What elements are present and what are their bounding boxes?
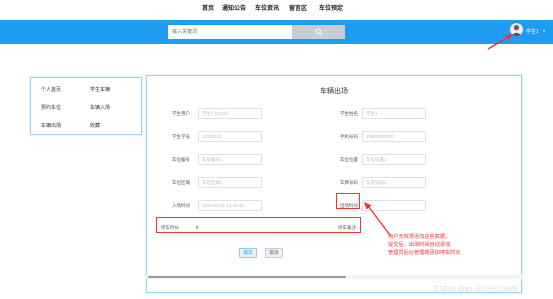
label-spot-area: 车位区域 — [172, 180, 190, 185]
field-student-name[interactable]: 学生1 — [362, 108, 426, 119]
duration-row-highlight — [156, 217, 361, 233]
nav-news[interactable]: 车位资讯 — [255, 3, 279, 12]
cancel-button[interactable]: 取消 — [265, 248, 283, 258]
label-spot-number: 车位编号 — [172, 157, 190, 162]
page-title: 车辆出场 — [320, 88, 348, 95]
label-plate-number: 车牌号码 — [340, 180, 358, 185]
user-name[interactable]: 学生1 — [526, 28, 539, 35]
nav-notices[interactable]: 通知公告 — [222, 3, 246, 12]
annotation-line-3: 管理员后台管理端添加停车时长 — [388, 250, 461, 256]
side-menu: 个人首页 学生车辆 预约车位 车辆入场 车辆出场 收藏 — [30, 77, 142, 135]
submit-button[interactable]: 提交 — [239, 248, 257, 258]
label-entry-time: 入场时间 — [172, 203, 190, 208]
search-icon — [314, 28, 322, 36]
label-student-user: 学生用户 — [172, 111, 190, 116]
search-button[interactable] — [292, 25, 345, 39]
annotation-note: 用户无权限添加这些数据， 提交后，出场时间自动添加 管理员后台管理端添加停车时长 — [388, 233, 461, 257]
menu-favorites[interactable]: 收藏 — [90, 122, 100, 129]
field-entry-time[interactable]: 2023-03-01 14:34:45 — [198, 200, 262, 211]
field-spot-area[interactable]: 车位区域1 — [198, 177, 262, 188]
top-nav: 首页 通知公告 车位资讯 留言区 车位预定 — [0, 0, 553, 20]
nav-home[interactable]: 首页 — [202, 3, 214, 12]
chevron-down-icon[interactable]: ▾ — [543, 28, 545, 33]
field-plate-number[interactable]: 车牌号码1 — [362, 177, 426, 188]
field-spot-number[interactable]: 车位编号1 — [198, 154, 262, 165]
label-spot-location: 车位位置 — [340, 157, 358, 162]
field-student-id[interactable]: 20210101 — [198, 131, 262, 142]
label-phone: 手机号码 — [340, 134, 358, 139]
field-spot-location[interactable]: 车位位置1 — [362, 154, 426, 165]
search-input[interactable] — [168, 25, 292, 39]
nav-messages[interactable]: 留言区 — [289, 3, 307, 12]
header-bar: 学生1 ▾ — [0, 20, 553, 44]
menu-reserve-spot[interactable]: 预约车位 — [41, 104, 61, 111]
vehicle-exit-form: 车辆出场 学生用户 学生1 (1234) 学生姓名 学生1 学生学号 20210… — [146, 75, 522, 293]
annotation-line-2: 提交后，出场时间自动添加 — [388, 242, 451, 248]
menu-personal-home[interactable]: 个人首页 — [41, 86, 61, 93]
menu-vehicle-exit[interactable]: 车辆出场 — [41, 122, 61, 129]
arrow-icon — [487, 34, 513, 50]
nav-reserve[interactable]: 车位预定 — [319, 3, 343, 12]
exit-time-highlight — [336, 193, 360, 209]
field-phone[interactable]: 13800000000 — [362, 131, 426, 142]
menu-student-vehicle[interactable]: 学生车辆 — [90, 86, 110, 93]
menu-vehicle-entry[interactable]: 车辆入场 — [90, 104, 110, 111]
field-student-user[interactable]: 学生1 (1234) — [198, 108, 262, 119]
label-student-id: 学生学号 — [172, 134, 190, 139]
watermark: CSDN @yx_CXKF10088 — [434, 284, 518, 293]
annotation-line-1: 用户无权限添加这些数据， — [388, 234, 451, 240]
label-student-name: 学生姓名 — [340, 111, 358, 116]
horizontal-scrollbar[interactable] — [148, 276, 346, 278]
